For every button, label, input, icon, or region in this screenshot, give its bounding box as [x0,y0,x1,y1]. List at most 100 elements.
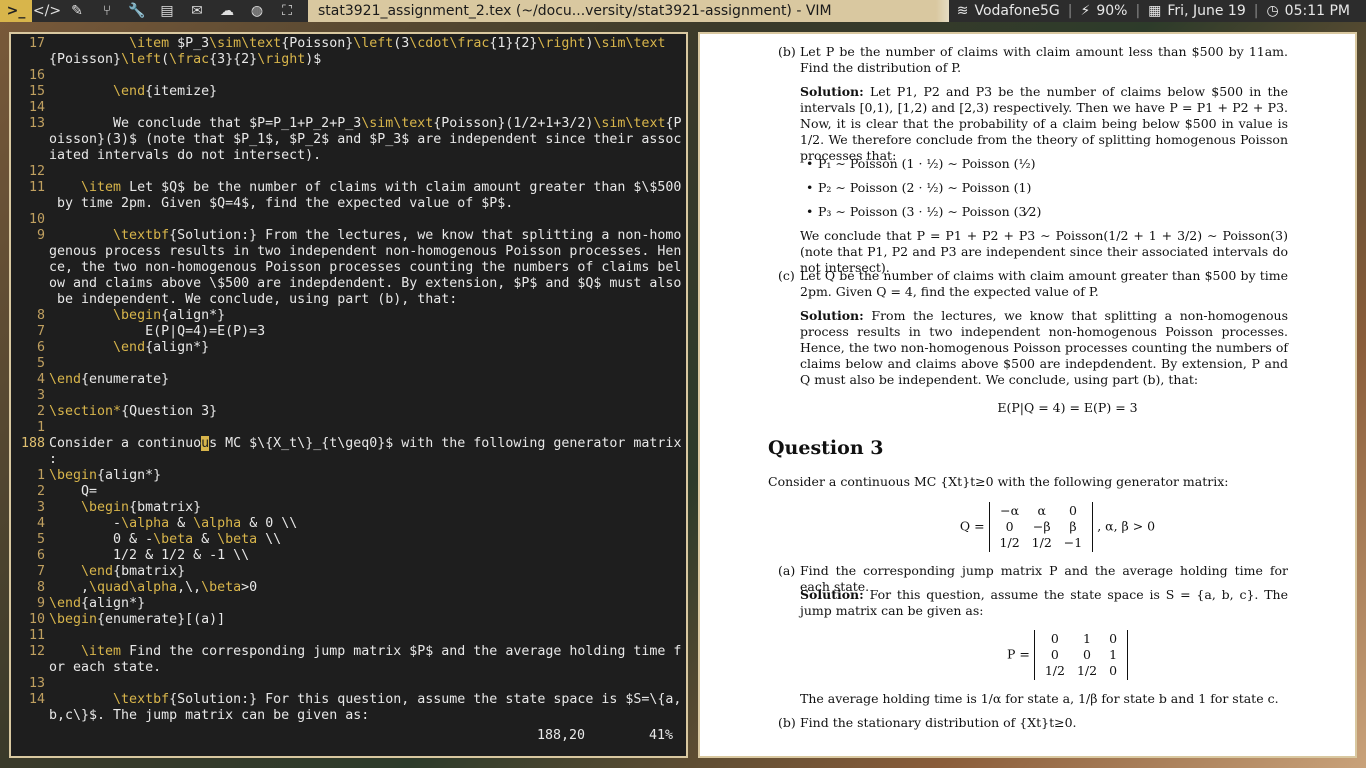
vim-line[interactable]: 13 [11,676,686,692]
date-status[interactable]: ▦ Fri, June 19 [1140,3,1254,19]
line-text: \item Let $Q$ be the number of claims wi… [81,180,682,195]
vim-line[interactable]: 1 [11,420,686,436]
vim-line[interactable]: 13 We conclude that $P=P_1+P_2+P_3\sim\t… [11,116,686,132]
edit-icon[interactable]: ✎ [62,0,92,22]
line-text: We conclude that $P=P_1+P_2+P_3\sim\text… [49,116,682,131]
pdf-viewer[interactable]: (b) Let P be the number of claims with c… [698,32,1357,758]
vim-line[interactable]: 5 [11,356,686,372]
line-number: 17 [28,36,45,51]
vim-line[interactable]: 6 \end{align*} [11,340,686,356]
vim-line[interactable]: 17 \item $P_3\sim\text{Poisson}\left(3\c… [11,36,686,52]
vim-line[interactable]: 16 [11,68,686,84]
status-area: ≋ Vodafone5G | ⚡ 90% | ▦ Fri, June 19 | … [948,0,1366,22]
vim-line[interactable]: be independent. We conclude, using part … [11,292,686,308]
vim-line[interactable]: 2 \section*{Question 3} [11,404,686,420]
solution-label: Solution: [800,84,864,99]
vim-line[interactable]: 9 \end{align*} [11,596,686,612]
line-text: Q= [49,484,98,499]
question-b2-text: Find the stationary distribution of {Xt}… [800,715,1077,730]
battery-icon: ⚡ [1080,3,1091,19]
cursor-position: 188,20 [537,728,586,743]
vim-line[interactable]: 8 ,\quad\alpha,\,\beta>0 [11,580,686,596]
line-number: 4 [36,516,45,531]
vim-line[interactable]: 188 Consider a continuous MC $\{X_t\}_{t\… [11,436,686,452]
vim-line[interactable]: : [11,452,686,468]
vim-editor[interactable]: 17 \item $P_3\sim\text{Poisson}\left(3\c… [9,32,688,758]
line-text: \section*{Question 3} [49,404,218,419]
bullet-text: P₂ ∼ Poisson (2 · ½) ∼ Poisson (1) [818,180,1032,195]
vim-line[interactable]: ow and claims above \$500 are indepdende… [11,276,686,292]
mail-icon[interactable]: ✉ [182,0,212,22]
vim-line[interactable]: {Poisson}\left(\frac{3}{2}\right)$ [11,52,686,68]
vim-line[interactable]: 5 0 & -\beta & \beta \\ [11,532,686,548]
vim-line[interactable]: 15 \end{itemize} [11,84,686,100]
terminal-icon[interactable]: >_ [0,0,32,22]
item-label-c: (c) [778,268,795,283]
git-icon[interactable]: ⑂ [92,0,122,22]
matrix-cell: 1/2 [1044,663,1065,678]
vim-line[interactable]: 10 \begin{enumerate}[(a)] [11,612,686,628]
line-text: oisson}(3)$ (note that $P_1$, $P_2$ and … [49,132,682,147]
vim-line[interactable]: 12 [11,164,686,180]
fullscreen-icon[interactable]: ⛶ [272,0,302,22]
vim-line[interactable]: 2 Q= [11,484,686,500]
vim-line[interactable]: 10 [11,212,686,228]
line-text: \end{bmatrix} [81,564,186,579]
vim-line[interactable]: 3 \begin{bmatrix} [11,500,686,516]
vim-line[interactable]: 12 \item Find the corresponding jump mat… [11,644,686,660]
vim-line[interactable]: ce, the two non-homogenous Poisson proce… [11,260,686,276]
vim-line[interactable]: 7 \end{bmatrix} [11,564,686,580]
line-number: 11 [28,180,45,195]
wrench-icon[interactable]: 🔧 [122,0,152,22]
line-text: \end{enumerate} [49,372,170,387]
vim-line[interactable]: 7 E(P|Q=4)=E(P)=3 [11,324,686,340]
globe-icon[interactable]: ◍ [242,0,272,22]
battery-status[interactable]: ⚡ 90% [1072,3,1135,19]
item-label-b2: (b) [778,715,796,730]
vim-line[interactable]: 4 \end{enumerate} [11,372,686,388]
battery-level: 90% [1096,3,1128,19]
vim-line[interactable]: 14 [11,100,686,116]
vim-line[interactable]: 14 \textbf{Solution:} For this question,… [11,692,686,708]
vim-line[interactable]: 4 -\alpha & \alpha & 0 \\ [11,516,686,532]
line-number [11,660,49,676]
vim-line[interactable]: or each state. [11,660,686,676]
line-number: 6 [36,340,45,355]
vim-line[interactable]: 11 \item Let $Q$ be the number of claims… [11,180,686,196]
jump-matrix-equation: P = 0 1 0 0 0 1 1/2 1/2 0 [740,630,1355,680]
vim-line[interactable]: genous process results in two independen… [11,244,686,260]
jump-matrix: 0 1 0 0 0 1 1/2 1/2 0 [1033,630,1129,680]
vim-line[interactable]: 8 \begin{align*} [11,308,686,324]
line-number: 16 [28,68,45,83]
line-text: 1/2 & 1/2 & -1 \\ [49,548,250,563]
line-text: \begin{align*} [113,308,226,323]
clock-icon: ◷ [1266,3,1279,19]
vim-line[interactable]: by time 2pm. Given $Q=4$, find the expec… [11,196,686,212]
vim-line[interactable]: 6 1/2 & 1/2 & -1 \\ [11,548,686,564]
vim-buffer[interactable]: 17 \item $P_3\sim\text{Poisson}\left(3\c… [11,36,686,724]
calendar-icon: ▦ [1148,3,1162,19]
line-text [49,388,686,404]
solution-label: Solution: [800,308,864,323]
clock-status[interactable]: ◷ 05:11 PM [1258,3,1358,19]
vim-line[interactable]: b,c\}$. The jump matrix can be given as: [11,708,686,724]
matrix-cell: −α [1000,503,1020,518]
wifi-status[interactable]: ≋ Vodafone5G [949,3,1068,19]
generator-matrix-equation: Q = −α α 0 0 −β β 1/2 1/2 −1 , α, β > 0 [730,502,1355,552]
vim-line[interactable]: iated intervals do not intersect). [11,148,686,164]
vim-line[interactable]: 11 [11,628,686,644]
vim-line[interactable]: 1 \begin{align*} [11,468,686,484]
line-text: \textbf{Solution:} From the lectures, we… [113,228,682,243]
scroll-percent: 41% [649,728,674,743]
line-text: iated intervals do not intersect). [49,148,322,163]
line-text: \begin{enumerate}[(a)] [49,612,226,627]
vim-line[interactable]: 3 [11,388,686,404]
item-label-a: (a) [778,563,796,578]
vim-line[interactable]: 9 \textbf{Solution:} From the lectures, … [11,228,686,244]
vim-line[interactable]: oisson}(3)$ (note that $P_1$, $P_2$ and … [11,132,686,148]
line-text [49,212,686,228]
matrix-cell: −1 [1063,535,1083,550]
book-icon[interactable]: ▤ [152,0,182,22]
code-icon[interactable]: </> [32,0,62,22]
chat-icon[interactable]: ☁ [212,0,242,22]
